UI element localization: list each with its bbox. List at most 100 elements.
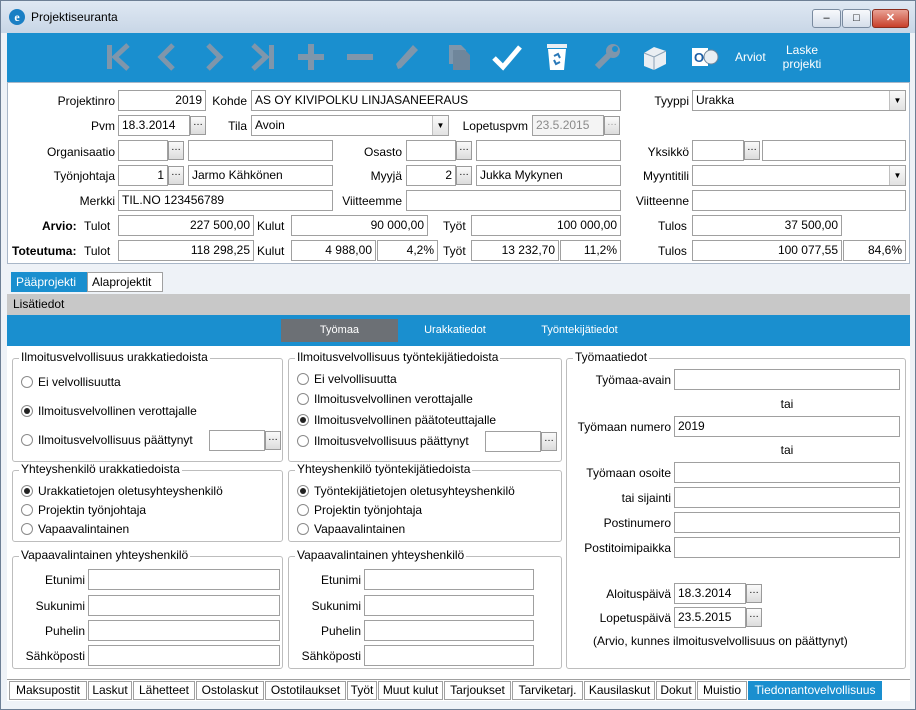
- radio-vapaavalintainen[interactable]: Vapaavalintainen: [21, 522, 129, 536]
- maximize-button[interactable]: □: [842, 9, 871, 28]
- radio-vapaavalintainen[interactable]: Vapaavalintainen: [297, 522, 405, 536]
- tab-alaprojektit[interactable]: Alaprojektit: [87, 272, 163, 292]
- organisaatio-field[interactable]: [118, 140, 168, 161]
- tyomaan-osoite-field[interactable]: [674, 462, 900, 483]
- tab-tarjoukset[interactable]: Tarjoukset: [444, 681, 511, 700]
- tab-tyontekijatiedot[interactable]: Työntekijätiedot: [532, 319, 627, 342]
- puhelin-field[interactable]: [88, 620, 280, 641]
- print-icon[interactable]: [632, 35, 678, 79]
- etunimi-field[interactable]: [88, 569, 280, 590]
- tyyppi-select[interactable]: Urakka ▼: [692, 90, 906, 111]
- chevron-down-icon[interactable]: ▼: [889, 166, 905, 185]
- postinumero-field[interactable]: [674, 512, 900, 533]
- myyntitili-select[interactable]: ▼: [692, 165, 906, 186]
- lopetuspaiva-picker-button[interactable]: …: [746, 608, 762, 627]
- tab-tarviketarj[interactable]: Tarviketarj.: [512, 681, 583, 700]
- lopetuspvm-picker-button[interactable]: …: [604, 116, 620, 135]
- arvio-tulot-field[interactable]: 227 500,00: [118, 215, 254, 236]
- merkki-field[interactable]: TIL.NO 123456789: [118, 190, 333, 211]
- sukunimi-field[interactable]: [88, 595, 280, 616]
- save-checkmark-icon[interactable]: [484, 35, 530, 79]
- myyja-picker-button[interactable]: …: [456, 166, 472, 185]
- urakka-paattynyt-picker-button[interactable]: …: [265, 431, 281, 450]
- tab-tiedonantovelvollisuus[interactable]: Tiedonantovelvollisuus: [748, 681, 882, 700]
- arviot-button[interactable]: Arviot: [735, 50, 766, 64]
- projektinro-field[interactable]: 2019: [118, 90, 206, 111]
- radio-ei-velvollisuutta[interactable]: Ei velvollisuutta: [21, 375, 121, 389]
- tyomaan-numero-field[interactable]: 2019: [674, 416, 900, 437]
- tab-paaprojekti[interactable]: Pääprojekti: [11, 272, 87, 292]
- tab-lahetteet[interactable]: Lähetteet: [133, 681, 195, 700]
- radio-tyonjohtaja[interactable]: Projektin työnjohtaja: [297, 503, 422, 517]
- radio-verottajalle[interactable]: Ilmoitusvelvollinen verottajalle: [297, 392, 473, 406]
- radio-ei-velvollisuutta[interactable]: Ei velvollisuutta: [297, 372, 397, 386]
- tila-select[interactable]: Avoin ▼: [251, 115, 449, 136]
- tyonjohtaja-picker-button[interactable]: …: [168, 166, 184, 185]
- tyontekija-paattynyt-picker-button[interactable]: …: [541, 432, 557, 451]
- lopetuspvm-field[interactable]: 23.5.2015: [532, 115, 604, 136]
- postitoimipaikka-field[interactable]: [674, 537, 900, 558]
- tab-ostolaskut[interactable]: Ostolaskut: [196, 681, 264, 700]
- aloituspaiva-field[interactable]: 18.3.2014: [674, 583, 746, 604]
- radio-oletusyhteyshenkilo[interactable]: Työntekijätietojen oletusyhteyshenkilö: [297, 484, 515, 498]
- chevron-down-icon[interactable]: ▼: [889, 91, 905, 110]
- kohde-field[interactable]: AS OY KIVIPOLKU LINJASANEERAUS: [251, 90, 621, 111]
- tab-maksupostit[interactable]: Maksupostit: [9, 681, 87, 700]
- tab-tyot[interactable]: Työt: [347, 681, 377, 700]
- copy-icon[interactable]: [435, 35, 481, 79]
- tab-muut-kulut[interactable]: Muut kulut: [378, 681, 443, 700]
- radio-verottajalle[interactable]: Ilmoitusvelvollinen verottajalle: [21, 404, 197, 418]
- close-button[interactable]: ✕: [872, 9, 909, 28]
- radio-paattynyt[interactable]: Ilmoitusvelvollisuus päättynyt: [21, 433, 193, 447]
- tab-ostotilaukset[interactable]: Ostotilaukset: [265, 681, 346, 700]
- tab-muistio[interactable]: Muistio: [697, 681, 747, 700]
- arvio-tyot-field[interactable]: 100 000,00: [471, 215, 621, 236]
- aloituspaiva-picker-button[interactable]: …: [746, 584, 762, 603]
- wrench-icon[interactable]: [584, 35, 630, 79]
- vapaa-yhteys-right-group: Vapaavalintainen yhteyshenkilö Etunimi S…: [288, 548, 562, 669]
- yksikko-picker-button[interactable]: …: [744, 141, 760, 160]
- radio-paattynyt[interactable]: Ilmoitusvelvollisuus päättynyt: [297, 434, 469, 448]
- tyonjohtaja-nro-field[interactable]: 1: [118, 165, 168, 186]
- viitteenne-field[interactable]: [692, 190, 906, 211]
- radio-oletusyhteyshenkilo[interactable]: Urakkatietojen oletusyhteyshenkilö: [21, 484, 223, 498]
- sahkoposti-field[interactable]: [88, 645, 280, 666]
- osasto-field[interactable]: [406, 140, 456, 161]
- sukunimi-field[interactable]: [364, 595, 534, 616]
- organisaatio-picker-button[interactable]: …: [168, 141, 184, 160]
- email-globe-icon[interactable]: O: [681, 35, 727, 79]
- sahkoposti-field[interactable]: [364, 645, 534, 666]
- puhelin-field[interactable]: [364, 620, 534, 641]
- edit-pencil-icon[interactable]: [384, 35, 430, 79]
- tyontekija-paattynyt-date-field[interactable]: [485, 431, 541, 452]
- chevron-down-icon[interactable]: ▼: [432, 116, 448, 135]
- previous-record-icon[interactable]: [144, 35, 190, 79]
- myyja-nro-field[interactable]: 2: [406, 165, 456, 186]
- next-record-icon[interactable]: [191, 35, 237, 79]
- pvm-field[interactable]: 18.3.2014: [118, 115, 190, 136]
- urakka-paattynyt-date-field[interactable]: [209, 430, 265, 451]
- tyomaa-avain-field[interactable]: [674, 369, 900, 390]
- sijainti-field[interactable]: [674, 487, 900, 508]
- radio-tyonjohtaja[interactable]: Projektin työnjohtaja: [21, 503, 146, 517]
- tab-tyomaa[interactable]: Työmaa: [281, 319, 398, 342]
- add-icon[interactable]: [288, 35, 334, 79]
- tab-urakkatiedot[interactable]: Urakkatiedot: [415, 319, 495, 342]
- last-record-icon[interactable]: [240, 35, 286, 79]
- first-record-icon[interactable]: [95, 35, 141, 79]
- radio-paatoteuttajalle[interactable]: Ilmoitusvelvollinen päätoteuttajalle: [297, 413, 496, 427]
- lopetuspaiva-field[interactable]: 23.5.2015: [674, 607, 746, 628]
- tab-kausilaskut[interactable]: Kausilaskut: [584, 681, 655, 700]
- viitteemme-field[interactable]: [406, 190, 621, 211]
- laske-projekti-button[interactable]: Laske projekti: [781, 43, 823, 71]
- etunimi-field[interactable]: [364, 569, 534, 590]
- arvio-kulut-field[interactable]: 90 000,00: [291, 215, 428, 236]
- tab-dokut[interactable]: Dokut: [656, 681, 696, 700]
- remove-icon[interactable]: [337, 35, 383, 79]
- minimize-button[interactable]: –: [812, 9, 841, 28]
- tab-laskut[interactable]: Laskut: [88, 681, 132, 700]
- pvm-picker-button[interactable]: …: [190, 116, 206, 135]
- osasto-picker-button[interactable]: …: [456, 141, 472, 160]
- recycle-bin-icon[interactable]: [534, 35, 580, 79]
- yksikko-field[interactable]: [692, 140, 744, 161]
